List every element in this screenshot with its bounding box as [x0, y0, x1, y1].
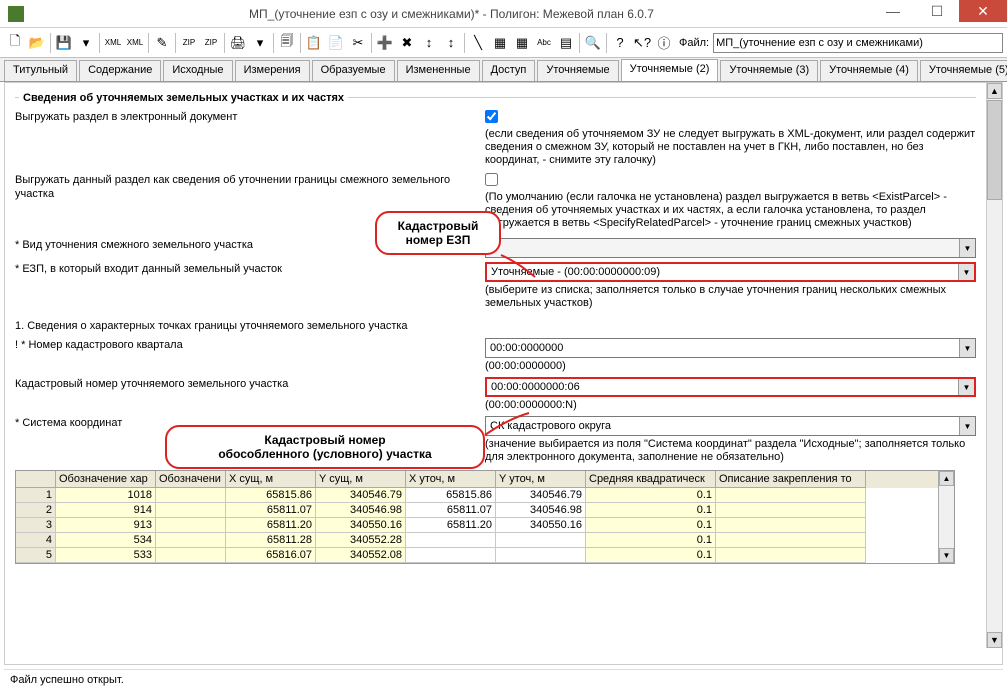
tab-soderzhanie[interactable]: Содержание: [79, 60, 161, 82]
callout-ezp-number: Кадастровый номер ЕЗП: [375, 211, 501, 255]
checkbox-export-section[interactable]: [485, 110, 498, 123]
tab-utochn[interactable]: Уточняемые: [537, 60, 618, 82]
xml-in-icon[interactable]: XML: [102, 32, 124, 54]
status-text: Файл успешно открыт.: [10, 674, 124, 686]
tab-dostup[interactable]: Доступ: [482, 60, 536, 82]
tab-titulny[interactable]: Титульный: [4, 60, 77, 82]
row-up-icon[interactable]: ↕: [418, 32, 440, 54]
save-icon[interactable]: 💾: [53, 32, 75, 54]
new-icon[interactable]: 🗋: [4, 32, 26, 54]
statusbar: Файл успешно открыт.: [4, 669, 1003, 689]
copy-icon[interactable]: 📋: [303, 32, 325, 54]
label-cadastral: Кадастровый номер уточняемого земельного…: [15, 377, 485, 391]
abc-icon[interactable]: Abc: [533, 32, 555, 54]
fieldset: Сведения об уточняемых земельных участка…: [15, 97, 976, 564]
label-export-adjacent: Выгружать данный раздел как сведения об …: [15, 173, 485, 201]
tab-utochn-3[interactable]: Уточняемые (3): [720, 60, 818, 82]
tab-utochn-4[interactable]: Уточняемые (4): [820, 60, 918, 82]
toolbar: 🗋 📂 💾 ▾ XML XML ✎ ZIP ZIP 🖨 ▾ 🗐 📋 📄 ✂ ➕ …: [0, 28, 1007, 58]
app-icon: [8, 6, 24, 22]
table-row[interactable]: 391365811.20340550.1665811.20340550.160.…: [16, 518, 954, 533]
file-input[interactable]: [713, 33, 1003, 53]
table-row[interactable]: 291465811.07340546.9865811.07340546.980.…: [16, 503, 954, 518]
hint-ezp: (выберите из списка; заполняется только …: [485, 284, 976, 310]
chevron-down-icon[interactable]: ▼: [958, 379, 974, 395]
checkbox-export-adjacent[interactable]: [485, 173, 498, 186]
chevron-down-icon[interactable]: ▼: [958, 264, 974, 280]
titlebar: МП_(уточнение езп с озу и смежниками)* -…: [0, 0, 1007, 28]
row-add-icon[interactable]: ➕: [374, 32, 396, 54]
paste-icon[interactable]: 📄: [325, 32, 347, 54]
info-icon[interactable]: ⓘ: [653, 32, 675, 54]
grid-header: Обозначение хар Обозначени X сущ, м Y су…: [16, 471, 954, 488]
chevron-down-icon[interactable]: ▼: [959, 417, 975, 435]
scroll-up-icon[interactable]: ▲: [939, 471, 954, 486]
tabbar: Титульный Содержание Исходные Измерения …: [0, 58, 1007, 82]
help-icon[interactable]: ?: [609, 32, 631, 54]
zip-out-icon[interactable]: ZIP: [200, 32, 222, 54]
tab-utochn-2[interactable]: Уточняемые (2): [621, 59, 719, 82]
scroll-down-icon[interactable]: ▼: [939, 548, 954, 563]
save-dropdown-icon[interactable]: ▾: [75, 32, 97, 54]
scroll-thumb[interactable]: [987, 100, 1002, 200]
tab-utochn-5[interactable]: Уточняемые (5): [920, 60, 1007, 82]
combo-coordsys[interactable]: ▼: [485, 416, 976, 436]
search-icon[interactable]: 🔍: [582, 32, 604, 54]
content: Сведения об уточняемых земельных участка…: [4, 82, 1003, 665]
content-scrollbar[interactable]: ▲ ▼: [986, 83, 1002, 648]
zip-in-icon[interactable]: ZIP: [178, 32, 200, 54]
help-arrow-icon[interactable]: ↖?: [631, 32, 653, 54]
grid-scrollbar[interactable]: ▲ ▼: [938, 471, 954, 563]
window-title: МП_(уточнение езп с озу и смежниками)* -…: [32, 7, 871, 21]
chevron-down-icon[interactable]: ▼: [959, 239, 975, 257]
print-icon[interactable]: 🖨: [227, 32, 249, 54]
fieldset-title: Сведения об уточняемых земельных участка…: [19, 92, 348, 104]
callout-isolated-number: Кадастровый номер обособленного (условно…: [165, 425, 485, 469]
hint-cadastral: (00:00:0000000:N): [485, 399, 976, 412]
combo-cadastral[interactable]: ▼: [485, 377, 976, 397]
xml-out-icon[interactable]: XML: [124, 32, 146, 54]
print-dropdown-icon[interactable]: ▾: [249, 32, 271, 54]
tab-izmenennye[interactable]: Измененные: [397, 60, 480, 82]
combo-quarter[interactable]: ▼: [485, 338, 976, 358]
table-row[interactable]: 453465811.28340552.280.1: [16, 533, 954, 548]
scroll-up-icon[interactable]: ▲: [987, 83, 1002, 99]
scroll-down-icon[interactable]: ▼: [987, 632, 1002, 648]
close-button[interactable]: ✕: [959, 0, 1007, 22]
preview-icon[interactable]: 🗐: [276, 32, 298, 54]
file-label: Файл:: [679, 37, 709, 49]
label-quarter: ! * Номер кадастрового квартала: [15, 338, 485, 352]
table-row[interactable]: 553365816.07340552.080.1: [16, 548, 954, 563]
grid-icon[interactable]: ▦: [489, 32, 511, 54]
label-ezp: * ЕЗП, в который входит данный земельный…: [15, 262, 485, 276]
hint-coordsys: (значение выбирается из поля "Система ко…: [485, 438, 976, 464]
tab-ishodnye[interactable]: Исходные: [163, 60, 232, 82]
label-export-section: Выгружать раздел в электронный документ: [15, 110, 485, 124]
points-grid[interactable]: Обозначение хар Обозначени X сущ, м Y су…: [15, 470, 955, 564]
grid2-icon[interactable]: ▦: [511, 32, 533, 54]
combo-ezp[interactable]: ▼: [485, 262, 976, 282]
hint-export-adjacent: (По умолчанию (если галочка не установле…: [485, 191, 976, 230]
misc-icon[interactable]: ▤: [555, 32, 577, 54]
tab-izmereniya[interactable]: Измерения: [235, 60, 310, 82]
edit-icon[interactable]: ✎: [151, 32, 173, 54]
row-del-icon[interactable]: ✖: [396, 32, 418, 54]
minimize-button[interactable]: —: [871, 0, 915, 22]
cut-icon[interactable]: ✂: [347, 32, 369, 54]
open-icon[interactable]: 📂: [26, 32, 48, 54]
tab-obrazuemye[interactable]: Образуемые: [312, 60, 395, 82]
table-row[interactable]: 1101865815.86340546.7965815.86340546.790…: [16, 488, 954, 503]
chevron-down-icon[interactable]: ▼: [959, 339, 975, 357]
hint-quarter: (00:00:0000000): [485, 360, 976, 373]
row-down-icon[interactable]: ↕: [440, 32, 462, 54]
hint-export-section: (если сведения об уточняемом ЗУ не следу…: [485, 128, 976, 167]
combo-adj-kind[interactable]: ▼: [485, 238, 976, 258]
maximize-button[interactable]: ☐: [915, 0, 959, 22]
section-1-heading: 1. Сведения о характерных точках границы…: [15, 320, 976, 332]
window-controls: — ☐ ✕: [871, 0, 1007, 27]
line-icon[interactable]: ╲: [467, 32, 489, 54]
